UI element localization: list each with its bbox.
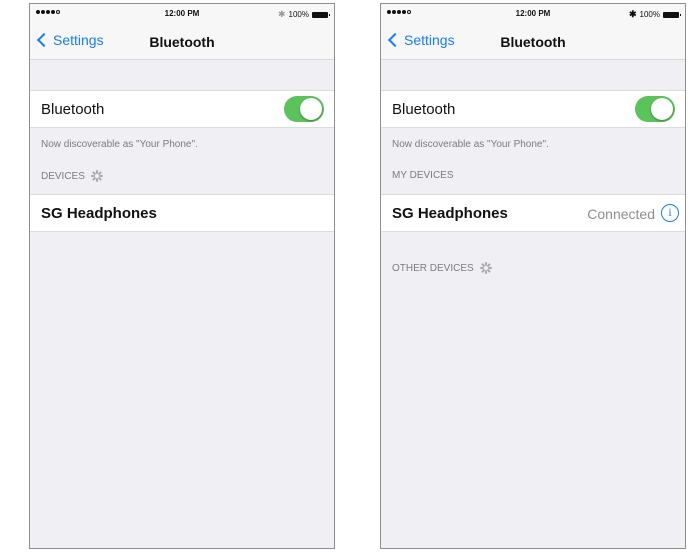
- bluetooth-label: Bluetooth: [392, 101, 456, 118]
- device-row[interactable]: SG Headphones Connected i: [381, 194, 685, 232]
- bluetooth-toggle-row: Bluetooth: [381, 90, 685, 128]
- bluetooth-status-icon: ✱: [277, 9, 286, 19]
- info-icon[interactable]: i: [661, 204, 679, 222]
- phone-screen-left: 12:00 PM ✱ 100% Settings Bluetooth Bluet…: [29, 3, 335, 549]
- page-title: Bluetooth: [149, 34, 215, 50]
- discoverable-note: Now discoverable as "Your Phone".: [41, 139, 198, 150]
- devices-header-label: DEVICES: [41, 170, 85, 182]
- bluetooth-toggle[interactable]: [284, 96, 324, 122]
- my-devices-section-header: MY DEVICES: [392, 170, 454, 181]
- other-devices-header-label: OTHER DEVICES: [392, 262, 474, 274]
- navigation-bar: Settings Bluetooth: [30, 24, 334, 60]
- battery-percentage: 100%: [288, 10, 309, 19]
- phone-screen-right: 12:00 PM ✱ 100% Settings Bluetooth Bluet…: [380, 3, 686, 549]
- battery-icon: [312, 11, 330, 18]
- device-row[interactable]: SG Headphones: [30, 194, 334, 232]
- device-name: SG Headphones: [392, 205, 508, 222]
- discoverable-note: Now discoverable as "Your Phone".: [392, 139, 549, 150]
- my-devices-header-label: MY DEVICES: [392, 170, 454, 181]
- toggle-knob: [651, 98, 673, 120]
- page-title: Bluetooth: [500, 34, 566, 50]
- devices-section-header: DEVICES: [41, 170, 103, 182]
- navigation-bar: Settings Bluetooth: [381, 24, 685, 60]
- device-status: Connected: [587, 206, 655, 222]
- bluetooth-status-icon: ✱: [628, 9, 637, 19]
- status-bar: 12:00 PM ✱ 100%: [381, 4, 685, 24]
- status-bar: 12:00 PM ✱ 100%: [30, 4, 334, 24]
- device-name: SG Headphones: [41, 205, 157, 222]
- battery-percentage: 100%: [639, 10, 660, 19]
- loading-spinner-icon: [90, 170, 103, 182]
- other-devices-section-header: OTHER DEVICES: [392, 262, 492, 274]
- bluetooth-toggle[interactable]: [635, 96, 675, 122]
- battery-icon: [663, 11, 681, 18]
- bluetooth-label: Bluetooth: [41, 101, 105, 118]
- toggle-knob: [300, 98, 322, 120]
- bluetooth-toggle-row: Bluetooth: [30, 90, 334, 128]
- loading-spinner-icon: [479, 262, 492, 274]
